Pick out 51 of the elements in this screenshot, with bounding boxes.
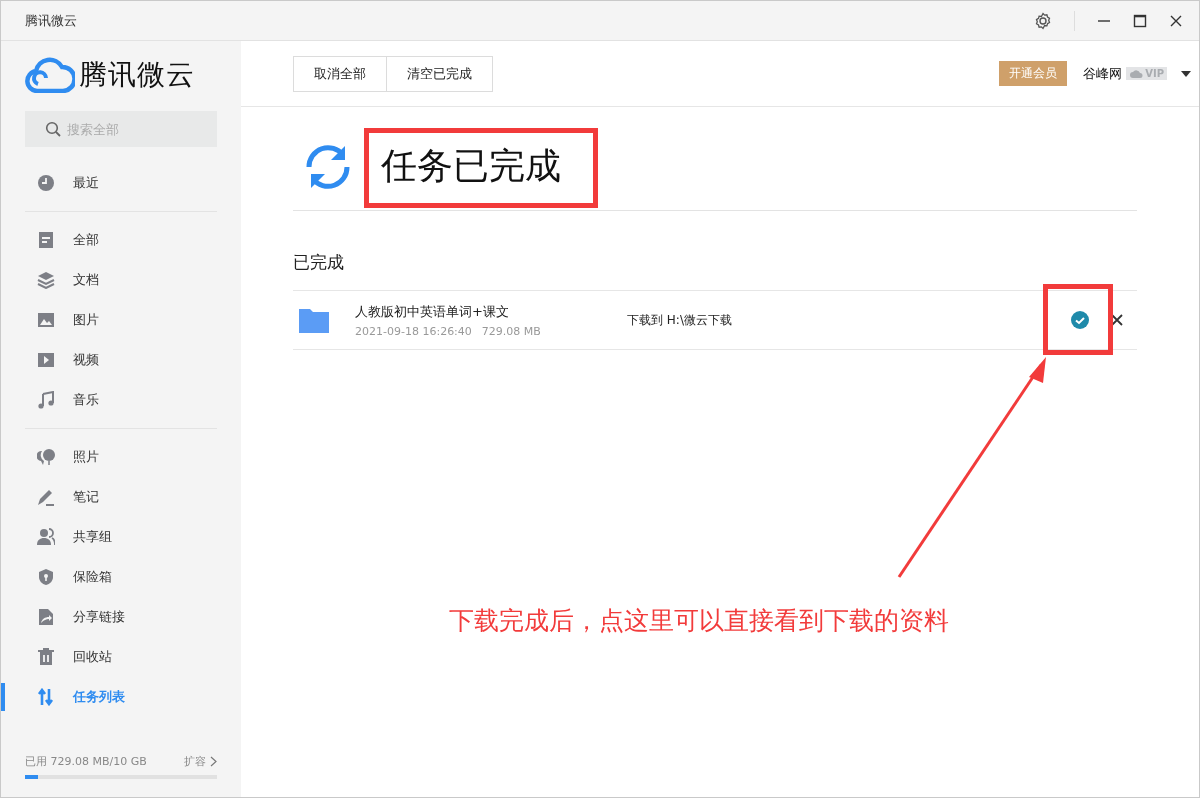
sidebar-item[interactable]: 保险箱 — [1, 557, 217, 597]
folder-icon — [299, 307, 329, 333]
highlight-frame — [1043, 284, 1113, 355]
layers-icon — [37, 271, 55, 289]
shield-icon — [37, 568, 55, 586]
sidebar-item[interactable]: 全部 — [1, 220, 217, 260]
chevron-right-icon — [210, 756, 217, 767]
maximize-icon[interactable] — [1133, 13, 1147, 28]
logo-text: 腾讯微云 — [79, 57, 195, 93]
sidebar-item[interactable]: 文档 — [1, 260, 217, 300]
toolbar-button[interactable]: 取消全部 — [293, 55, 387, 92]
file-name: 人教版初中英语单词+课文 — [355, 302, 510, 321]
cloud-logo-icon — [25, 57, 75, 93]
pencil-icon — [37, 488, 55, 506]
download-destination: 下载到 H:\微云下载 — [627, 311, 733, 329]
window-title: 腾讯微云 — [25, 11, 77, 30]
user-name[interactable]: 谷峰网 — [1083, 64, 1123, 83]
music-note-icon — [37, 391, 55, 409]
annotation-caption: 下载完成后，点这里可以直接看到下载的资料 — [449, 605, 949, 637]
people-icon — [37, 528, 55, 546]
share-icon — [37, 608, 55, 626]
up-down-arrows-icon — [37, 688, 55, 706]
close-icon[interactable] — [1169, 13, 1183, 28]
check-circle-icon[interactable] — [1071, 311, 1089, 329]
sidebar-item[interactable]: 照片 — [1, 437, 217, 477]
search-field[interactable]: 搜索全部 — [25, 111, 217, 147]
page-heading: 任务已完成 — [381, 144, 561, 188]
document-icon — [37, 231, 55, 249]
sidebar-item[interactable]: 笔记 — [1, 477, 217, 517]
trash-icon — [37, 648, 55, 666]
file-size: 729.08 MB — [481, 324, 541, 338]
sidebar-item[interactable]: 回收站 — [1, 637, 217, 677]
sidebar-item[interactable]: 共享组 — [1, 517, 217, 557]
sidebar-item[interactable]: 分享链接 — [1, 597, 217, 637]
play-icon — [37, 351, 55, 369]
sidebar-item[interactable]: 图片 — [1, 300, 217, 340]
sidebar-item[interactable]: 视频 — [1, 340, 217, 380]
settings-icon[interactable] — [1034, 11, 1052, 30]
close-icon[interactable] — [1111, 314, 1123, 326]
cloud-icon — [1129, 68, 1144, 79]
clock-icon — [37, 174, 55, 192]
vip-label: VIP — [1145, 68, 1164, 79]
section-title: 已完成 — [293, 251, 345, 274]
storage-usage: 已用 729.08 MB/10 GB — [25, 754, 147, 769]
sidebar-item[interactable]: 最近 — [1, 163, 217, 203]
sidebar-item[interactable]: 音乐 — [1, 380, 217, 420]
image-icon — [37, 311, 55, 329]
dropdown-caret-icon[interactable] — [1181, 70, 1191, 77]
toolbar-button[interactable]: 清空已完成 — [387, 55, 493, 92]
file-date: 2021-09-18 16:26:40 — [355, 324, 472, 338]
balloons-icon — [37, 448, 55, 466]
